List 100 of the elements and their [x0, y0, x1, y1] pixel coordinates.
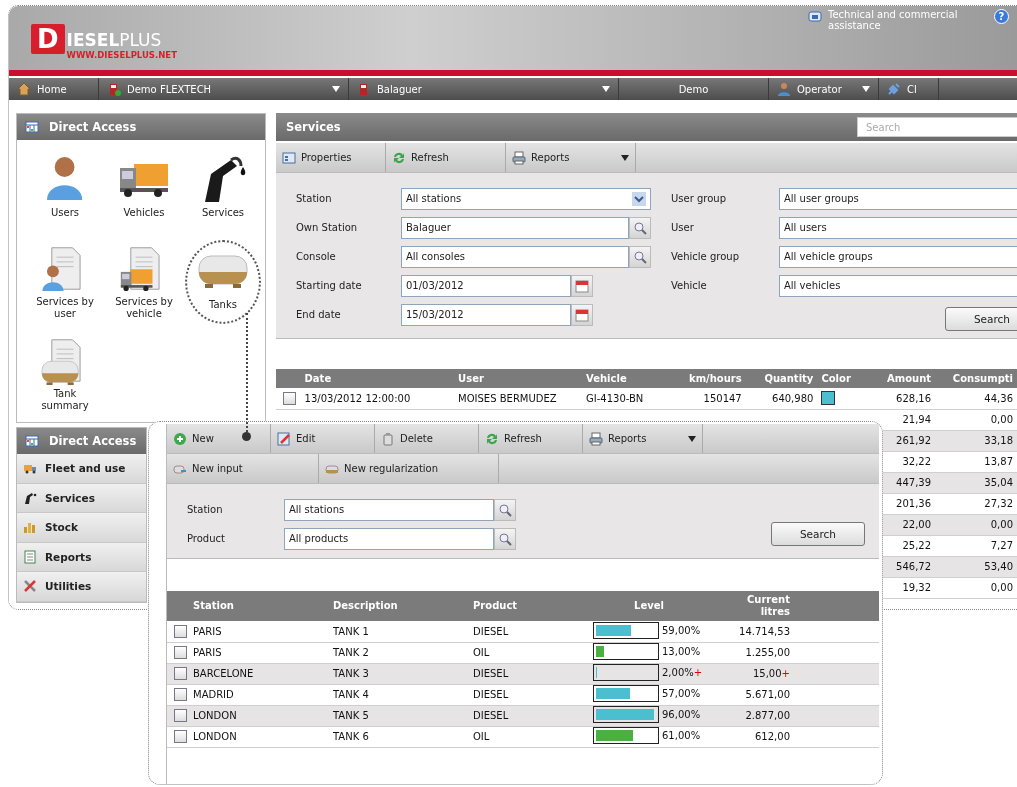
toolbar-button[interactable]: Properties: [276, 143, 386, 172]
row-checkbox[interactable]: [174, 646, 187, 659]
input-field[interactable]: All user groups: [779, 187, 1017, 210]
input-field[interactable]: All products: [284, 527, 494, 550]
toolbar-button[interactable]: Edit: [271, 424, 375, 453]
table-cell: TANK 1: [329, 621, 469, 642]
column-header[interactable]: Current litres: [709, 591, 879, 621]
table-cell: 0,00: [935, 409, 1017, 430]
calendar-button[interactable]: [571, 274, 593, 297]
row-checkbox[interactable]: [174, 709, 187, 722]
column-header[interactable]: Vehicle: [582, 369, 669, 388]
search-button[interactable]: Search: [771, 522, 865, 546]
nav-item[interactable]: Home: [9, 78, 99, 100]
nav-item[interactable]: Demo: [619, 78, 769, 100]
table-cell: DIESEL: [469, 621, 589, 642]
column-header[interactable]: Station: [189, 591, 329, 621]
column-header[interactable]: Color: [817, 369, 859, 388]
table-cell: 150147: [669, 388, 746, 409]
input-field[interactable]: 01/03/2012: [401, 274, 571, 297]
home-icon: [17, 82, 31, 96]
panel-title: Direct Access: [49, 434, 137, 448]
input-field[interactable]: All consoles: [401, 245, 629, 268]
input-field[interactable]: 15/03/2012: [401, 303, 571, 326]
field-label: Own Station: [296, 222, 359, 233]
menu-item[interactable]: Reports: [17, 542, 146, 572]
row-checkbox[interactable]: [174, 667, 187, 680]
column-header[interactable]: Product: [469, 591, 589, 621]
column-header[interactable]: User: [454, 369, 582, 388]
row-checkbox[interactable]: [283, 391, 296, 405]
search-button[interactable]: Search: [945, 306, 1017, 331]
bar-chart-icon: [23, 520, 37, 535]
field-label: Product: [187, 533, 226, 544]
table-cell: 13,87: [935, 451, 1017, 472]
table-cell: OIL: [469, 642, 589, 663]
shortcut-button[interactable]: Users: [27, 148, 103, 232]
column-header[interactable]: Date: [300, 369, 455, 388]
column-header[interactable]: Level: [589, 591, 709, 621]
field-label: Station: [296, 193, 333, 204]
table-cell: DIESEL: [469, 705, 589, 726]
shortcut-button[interactable]: Tank summary: [27, 332, 103, 416]
column-header[interactable]: Consumpti: [935, 369, 1017, 388]
calendar-button[interactable]: [571, 303, 593, 326]
tools-icon: [23, 579, 37, 594]
lookup-button[interactable]: [629, 245, 651, 268]
row-checkbox[interactable]: [174, 624, 187, 638]
row-checkbox[interactable]: [174, 688, 187, 701]
printer-icon: [512, 150, 526, 165]
nav-item[interactable]: Operator: [769, 78, 879, 100]
menu-item[interactable]: Stock: [17, 513, 146, 543]
table-cell: 14.714,53: [709, 621, 879, 642]
refresh-icon: [485, 431, 499, 446]
table-cell: DIESEL: [469, 684, 589, 705]
lookup-button[interactable]: [494, 498, 516, 521]
shortcut-button[interactable]: Services by user: [27, 240, 103, 324]
nav-item[interactable]: Cl: [879, 78, 939, 100]
toolbar-button[interactable]: Refresh: [386, 143, 506, 172]
shortcut-button[interactable]: Services: [185, 148, 261, 232]
field-label: End date: [296, 309, 342, 320]
toolbar-button[interactable]: Reports: [583, 424, 703, 453]
person-icon: [777, 82, 791, 96]
table-cell: 13/03/2012 12:00:00: [300, 388, 455, 409]
row-checkbox[interactable]: [174, 730, 187, 743]
caret-icon: [332, 86, 340, 92]
lookup-button[interactable]: [629, 216, 651, 239]
menu-item[interactable]: Utilities: [17, 572, 146, 602]
menu-item[interactable]: Fleet and use: [17, 454, 146, 484]
toolbar-button[interactable]: Refresh: [479, 424, 583, 453]
help-button[interactable]: ?: [994, 9, 1009, 24]
toolbar-button[interactable]: Delete: [375, 424, 479, 453]
input-field[interactable]: All vehicle groups: [779, 245, 1017, 268]
input-field[interactable]: All vehicles: [779, 274, 1017, 297]
panel-title: Services: [286, 120, 341, 134]
search-field[interactable]: Search: [857, 117, 1017, 137]
table-cell: LONDON: [189, 726, 329, 747]
column-header[interactable]: km/hours: [669, 369, 746, 388]
input-field[interactable]: All stations: [284, 498, 494, 521]
shortcut-button[interactable]: Services by vehicle: [106, 240, 182, 324]
lookup-button[interactable]: [494, 527, 516, 550]
toolbar-button[interactable]: Reports: [506, 143, 636, 172]
calendar-icon: [575, 278, 589, 293]
column-header[interactable]: Amount: [858, 369, 936, 388]
shortcut-button[interactable]: Tanks: [185, 240, 261, 324]
toolbar-button[interactable]: New regularization: [319, 454, 499, 483]
column-header[interactable]: Description: [329, 591, 469, 621]
select-field[interactable]: All stations: [401, 187, 651, 210]
column-header[interactable]: Quantity: [745, 369, 818, 388]
table-cell: OIL: [469, 726, 589, 747]
table-cell: 53,40: [935, 556, 1017, 577]
menu-item[interactable]: Services: [17, 483, 146, 513]
table-cell: LONDON: [189, 705, 329, 726]
table-cell: MOISES BERMUDEZ: [454, 388, 582, 409]
nav-item[interactable]: Balaguer: [349, 78, 619, 100]
input-field[interactable]: All users: [779, 216, 1017, 239]
toolbar-button[interactable]: New input: [167, 454, 319, 483]
table-cell: 0,00: [935, 514, 1017, 535]
input-field[interactable]: Balaguer: [401, 216, 629, 239]
nav-item[interactable]: Demo FLEXTECH: [99, 78, 349, 100]
shortcut-button[interactable]: Vehicles: [106, 148, 182, 232]
grid-icon: [25, 120, 39, 134]
caret-icon: [862, 86, 870, 92]
